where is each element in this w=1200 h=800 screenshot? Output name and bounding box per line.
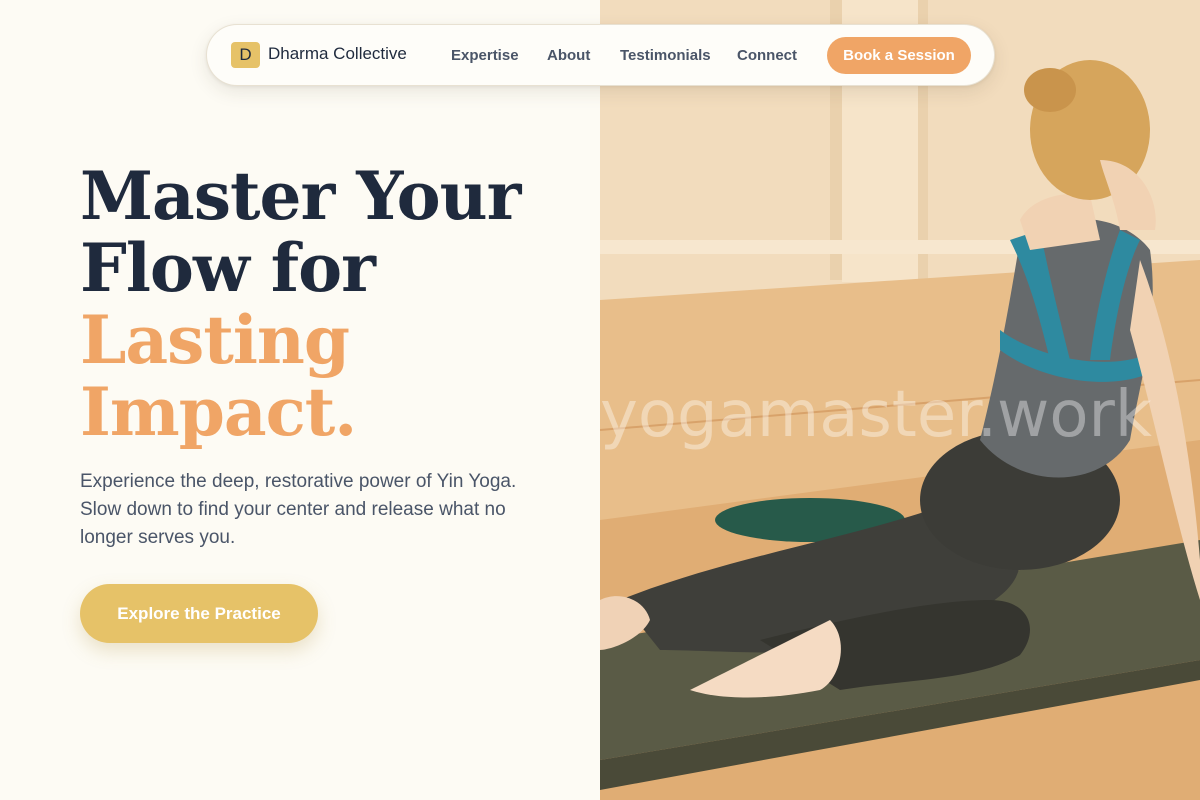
headline-line-1: Master Your — [80, 157, 521, 235]
book-session-button[interactable]: Book a Session — [827, 37, 971, 74]
nav-link-connect[interactable]: Connect — [737, 47, 797, 64]
headline-line-2: Flow for — [80, 229, 376, 307]
main-navigation: D Dharma Collective Expertise About Test… — [206, 24, 995, 86]
explore-practice-button[interactable]: Explore the Practice — [80, 584, 318, 643]
nav-link-testimonials[interactable]: Testimonials — [620, 47, 711, 64]
nav-link-expertise[interactable]: Expertise — [451, 47, 519, 64]
logo-icon[interactable]: D — [231, 42, 260, 68]
nav-link-about[interactable]: About — [547, 47, 590, 64]
brand-name[interactable]: Dharma Collective — [268, 44, 407, 64]
watermark-text: yogamaster.work — [600, 378, 1152, 452]
headline-line-4: Impact. — [80, 373, 357, 451]
headline-line-3: Lasting — [80, 301, 350, 379]
hero-headline: Master Your Flow for Lasting Impact. — [80, 160, 580, 448]
hero-photo: yogamaster.work — [600, 0, 1200, 800]
hero-description: Experience the deep, restorative power o… — [80, 471, 517, 548]
